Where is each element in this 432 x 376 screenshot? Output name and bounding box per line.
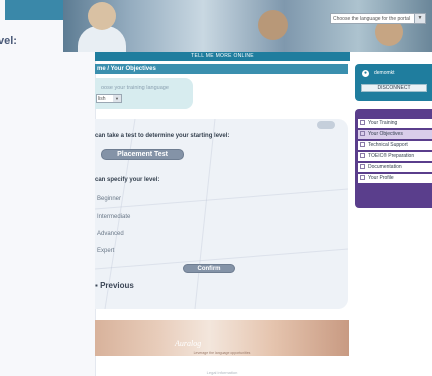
nav-item-label: Technical Support [368,142,408,148]
header-person-face [88,2,116,30]
top-teal-block [5,0,63,20]
level-option-expert[interactable]: Expert [97,248,114,254]
tagline-link[interactable]: TELL ME MORE ONLINE [95,52,350,61]
nav-item-label: Your Training [368,120,398,126]
level-option-beginner[interactable]: Beginner [97,196,121,202]
footer-subtext: Leverage the language opportunities [193,351,251,355]
confirm-button[interactable]: Confirm [183,264,235,273]
nav-item-label: TOEIC® Preparation [368,153,415,159]
nav-bullet-icon [360,153,365,159]
level-option-intermediate[interactable]: Intermediate [97,214,130,220]
nav-item-documentation[interactable]: Documentation [358,163,432,172]
user-icon: ● [362,70,369,77]
left-side-panel [0,0,96,376]
breadcrumb: me / Your Objectives [97,66,156,72]
nav-bullet-icon [360,175,365,181]
placement-intro-text: can take a test to determine your starti… [95,133,230,139]
nav-bullet-icon [360,131,365,137]
nav-bullet-icon [360,142,365,148]
nav-bullet-icon [360,164,365,170]
disconnect-button[interactable]: DISCONNECT [361,84,427,92]
header-person-face [258,10,288,40]
left-panel-heading: vel: [0,35,17,47]
nav-item-technical-support[interactable]: Technical Support [358,141,432,150]
training-language-label: oose your training language [101,85,169,91]
portal-language-select[interactable]: Choose the language for the portal ▼ [330,13,426,24]
nav-item-your-profile[interactable]: Your Profile [358,174,432,183]
nav-item-toeic-preparation[interactable]: TOEIC® Preparation [358,152,432,161]
nav-item-label: Documentation [368,164,402,170]
level-intro-text: can specify your level: [95,177,160,183]
previous-link[interactable]: ▪ Previous [95,281,134,290]
collapse-toggle[interactable] [317,121,335,129]
chevron-down-icon: ▼ [113,95,121,102]
chevron-down-icon: ▼ [414,14,425,23]
nav-item-your-objectives[interactable]: Your Objectives [358,130,432,139]
auralog-logo: Auralog [175,339,202,348]
level-option-advanced[interactable]: Advanced [97,231,124,237]
portal-language-value: Choose the language for the portal [333,16,410,22]
placement-test-button[interactable]: Placement Test [101,149,184,160]
legal-information-link[interactable]: Legal information [95,370,349,375]
nav-item-label: Your Profile [368,175,394,181]
nav-item-label: Your Objectives [368,131,403,137]
previous-label: Previous [100,281,134,290]
nav-item-your-training[interactable]: Your Training [358,119,432,128]
training-language-select[interactable]: lish ▼ [96,94,122,103]
user-name: demomkt [374,70,395,76]
nav-bullet-icon [360,120,365,126]
training-language-value: lish [98,96,106,102]
